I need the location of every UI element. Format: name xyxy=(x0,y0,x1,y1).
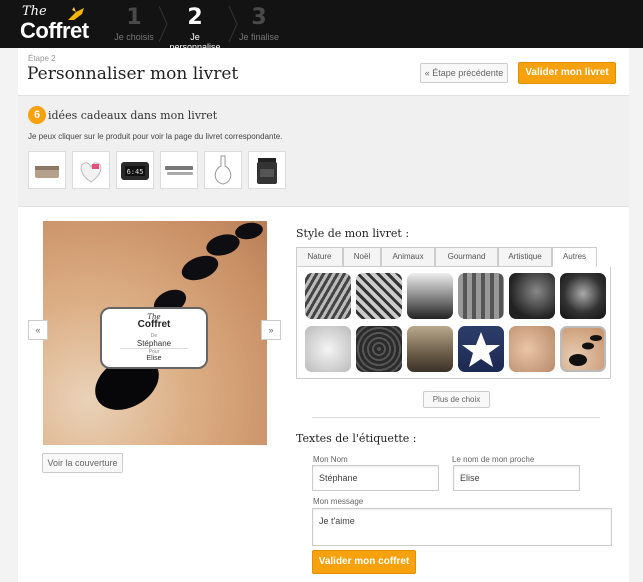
tab-nature[interactable]: Nature xyxy=(296,247,343,267)
the-coffret-logo[interactable]: The Coffret xyxy=(18,4,89,46)
product-thumb-heart-box[interactable] xyxy=(72,151,110,189)
label-coffret-text: Coffret xyxy=(137,319,171,330)
logo-the-text: The xyxy=(22,4,47,19)
gift-bow-icon xyxy=(68,7,84,20)
style-option-star[interactable] xyxy=(458,326,504,372)
label-to-name: Elise xyxy=(146,355,162,362)
digital-clock-icon: 6:45 xyxy=(121,162,149,180)
style-option-footprints[interactable] xyxy=(305,326,351,372)
recipient-field[interactable]: Elise xyxy=(453,465,580,491)
message-field[interactable]: Je t'aime xyxy=(312,508,612,546)
step-indicator-small: Étape 2 xyxy=(28,54,56,63)
ideas-title: idées cadeaux dans mon livret xyxy=(48,109,218,122)
step-separator-icon xyxy=(228,6,238,42)
pen-set-icon xyxy=(165,166,193,175)
step-1-number: 1 xyxy=(126,5,142,30)
stones-icon xyxy=(569,335,602,366)
step-2-number: 2 xyxy=(187,5,203,30)
texts-section-title: Textes de l'étiquette : xyxy=(296,432,417,445)
style-section-title: Style de mon livret : xyxy=(296,227,410,240)
style-option-stones-selected[interactable] xyxy=(560,326,606,372)
style-tabs: Nature Noël Animaux Gourmand Artistique … xyxy=(296,247,597,267)
style-option-dark-shell[interactable] xyxy=(509,273,555,319)
style-option-bicycle-bw[interactable] xyxy=(407,273,453,319)
style-option-damask[interactable] xyxy=(356,326,402,372)
preview-stone-shape xyxy=(178,251,222,285)
previous-step-button[interactable]: « Étape précédente xyxy=(420,63,508,83)
style-option-globe[interactable] xyxy=(560,273,606,319)
ideas-subtitle: Je peux cliquer sur le produit pour voir… xyxy=(28,132,283,141)
style-option-city[interactable] xyxy=(407,326,453,372)
candle-jar-icon xyxy=(257,158,277,184)
product-thumb-pen-set[interactable] xyxy=(160,151,198,189)
section-divider xyxy=(312,417,600,418)
step-3-label: Je finalise xyxy=(238,32,280,42)
validate-box-button[interactable]: Valider mon coffret xyxy=(312,550,416,574)
style-gallery xyxy=(296,267,611,379)
star-icon xyxy=(462,332,500,367)
step-3-number: 3 xyxy=(251,5,267,30)
step-3[interactable]: 3 Je finalise xyxy=(238,5,280,43)
clutch-bag-icon xyxy=(35,166,59,178)
view-cover-button[interactable]: Voir la couverture xyxy=(42,453,123,473)
svg-text:6:45: 6:45 xyxy=(127,168,144,176)
step-1-label: Je choisis xyxy=(114,32,154,42)
preview-gift-label: The Coffret De Stéphane Pour Elise xyxy=(100,307,208,369)
tab-noel[interactable]: Noël xyxy=(343,247,381,267)
tab-autres[interactable]: Autres xyxy=(552,247,597,267)
label-from-name: Stéphane xyxy=(120,339,188,349)
message-label: Mon message xyxy=(313,497,364,506)
product-thumb-carafe[interactable] xyxy=(204,151,242,189)
preview-next-arrow[interactable]: » xyxy=(261,320,281,340)
name-field[interactable]: Stéphane xyxy=(312,465,439,491)
product-thumb-candle-jar[interactable] xyxy=(248,151,286,189)
more-choices-button[interactable]: Plus de choix xyxy=(423,391,490,408)
heart-box-icon xyxy=(80,162,102,183)
style-option-hands[interactable] xyxy=(509,326,555,372)
validate-booklet-button[interactable]: Valider mon livret xyxy=(518,62,616,84)
style-option-street[interactable] xyxy=(305,273,351,319)
tab-artistique[interactable]: Artistique xyxy=(498,247,552,267)
top-navigation-bar xyxy=(0,0,643,48)
page-title: Personnaliser mon livret xyxy=(27,64,239,84)
step-1[interactable]: 1 Je choisis xyxy=(114,5,154,43)
style-option-bike[interactable] xyxy=(356,273,402,319)
preview-prev-arrow[interactable]: « xyxy=(28,320,48,340)
tab-animaux[interactable]: Animaux xyxy=(381,247,435,267)
ideas-count-badge: 6 xyxy=(28,106,46,124)
tab-gourmand[interactable]: Gourmand xyxy=(435,247,498,267)
name-label: Mon Nom xyxy=(313,455,348,464)
product-thumb-clutch-bag[interactable] xyxy=(28,151,66,189)
product-thumb-digital-clock[interactable]: 6:45 xyxy=(116,151,154,189)
style-option-bw-scene[interactable] xyxy=(458,273,504,319)
recipient-label: Le nom de mon proche xyxy=(452,455,535,464)
step-2[interactable]: 2 Je personnalise xyxy=(165,5,225,53)
carafe-icon xyxy=(214,155,232,185)
